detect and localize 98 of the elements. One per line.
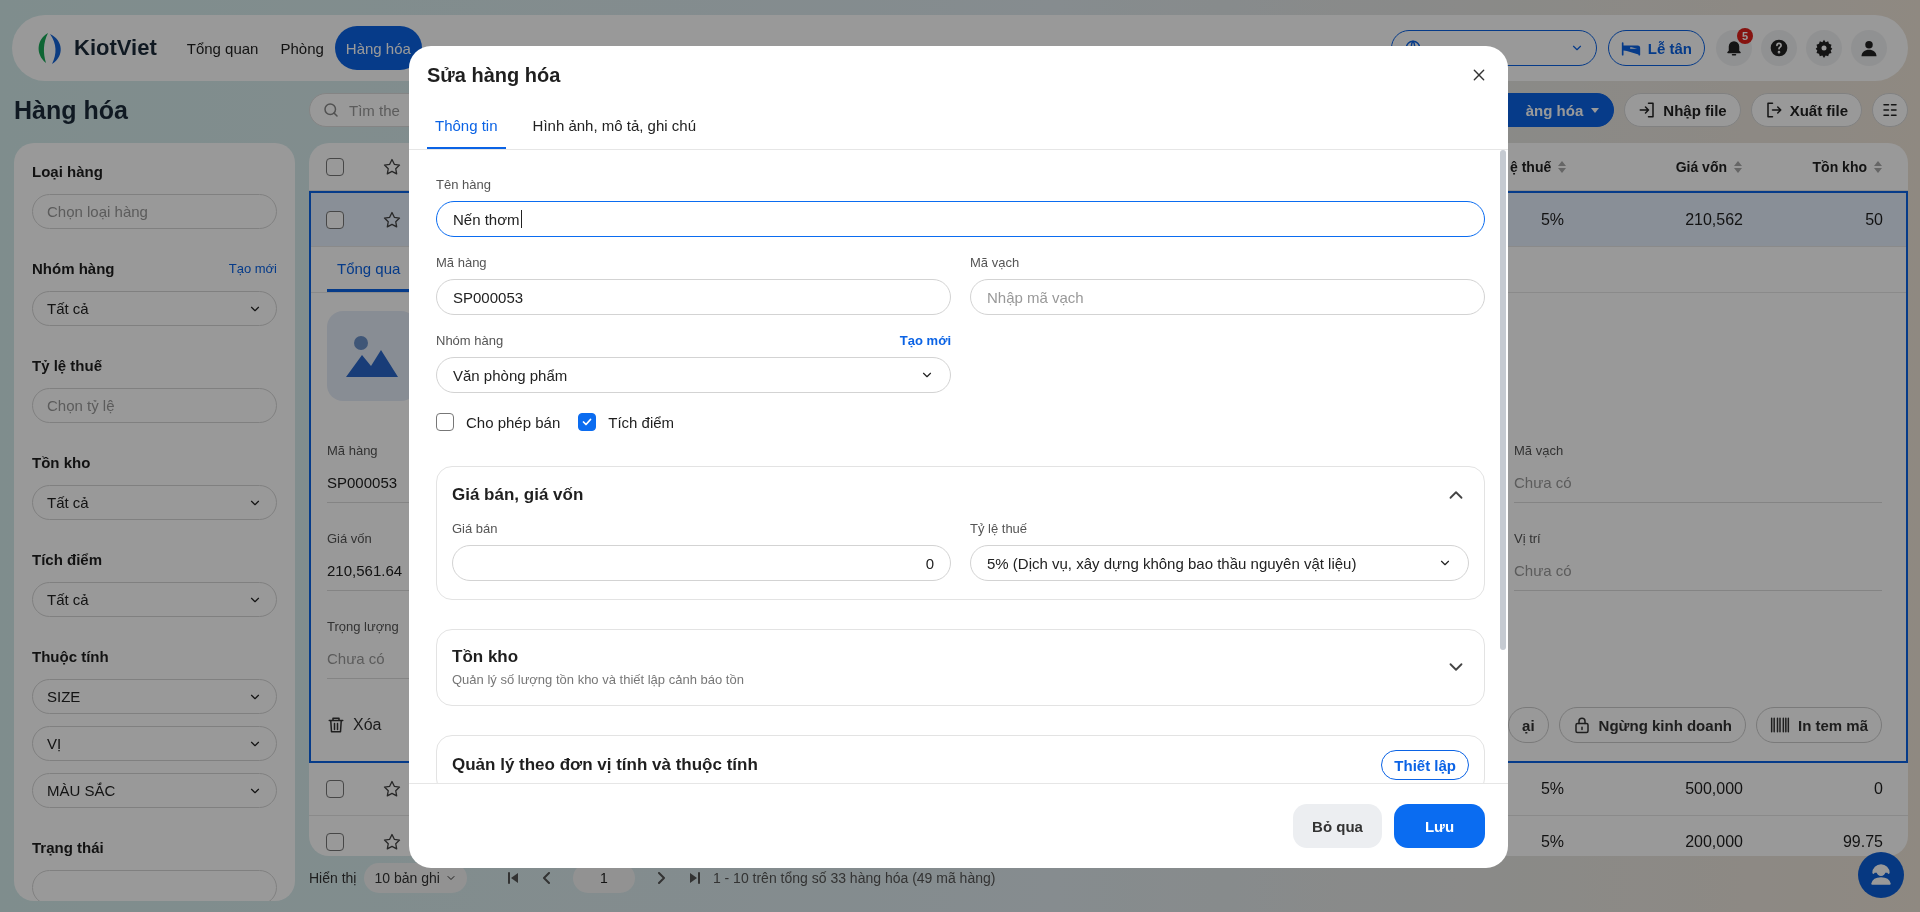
column-header[interactable]: ệ thuế bbox=[1505, 158, 1600, 175]
filter-label: Nhóm hàng bbox=[32, 259, 115, 277]
filter-label: Trạng thái bbox=[32, 838, 104, 856]
last-page-button[interactable] bbox=[688, 872, 701, 885]
first-page-icon bbox=[506, 872, 519, 885]
table-cell-text: 5% bbox=[1539, 210, 1566, 229]
section-title: Giá bán, giá vốn bbox=[452, 484, 584, 506]
filter-label: Tỷ lệ thuế bbox=[32, 356, 102, 374]
delete-button[interactable]: Xóa bbox=[327, 715, 382, 735]
dialog-tab[interactable]: Thông tin bbox=[427, 104, 506, 149]
field-label: Mã vạch bbox=[1514, 442, 1565, 460]
checkbox[interactable] bbox=[578, 413, 597, 431]
column-header[interactable]: Giá vốn bbox=[1600, 158, 1743, 175]
help-button[interactable] bbox=[1761, 30, 1797, 66]
filter-label: Tồn kho bbox=[32, 453, 91, 471]
close-icon bbox=[1472, 68, 1486, 82]
settings-icon bbox=[1814, 38, 1834, 58]
table-cell-text: 200,000 bbox=[1684, 833, 1743, 851]
filter-label: Thuộc tính bbox=[32, 647, 109, 665]
notification-badge: 5 bbox=[1737, 28, 1753, 44]
create-new-link[interactable]: Tạo mới bbox=[228, 260, 277, 276]
checkbox[interactable] bbox=[326, 780, 344, 798]
column-header[interactable]: Tồn kho bbox=[1743, 158, 1883, 175]
field-label: Nhóm hàng bbox=[436, 333, 504, 349]
section-card[interactable]: Giá bán, giá vốn Giá bán 0 Tỷ lệ thuế 5% (Dịch vụ, xây dựng không bao thầu nguyên vật liệu) bbox=[436, 466, 1485, 600]
support-chat-button[interactable] bbox=[1858, 852, 1904, 898]
export-icon bbox=[1764, 101, 1783, 119]
scrollbar[interactable] bbox=[1500, 150, 1506, 650]
barcode-icon bbox=[1769, 716, 1790, 734]
account-button[interactable] bbox=[1851, 30, 1887, 66]
cancel-button[interactable]: Bỏ qua bbox=[1293, 804, 1382, 848]
table-cell-text: 50 bbox=[1864, 210, 1883, 229]
pagination-summary: 1 - 10 trên tổng số 33 hàng hóa (49 mã hàng) bbox=[712, 870, 996, 887]
caret-down-icon bbox=[1590, 105, 1601, 115]
bell-icon bbox=[1725, 39, 1743, 57]
filter-label: Loại hàng bbox=[32, 162, 103, 180]
value-field: Chưa có bbox=[1514, 472, 1882, 503]
lock-icon bbox=[1572, 715, 1591, 735]
save-button[interactable]: Lưu bbox=[1394, 804, 1485, 848]
settings-button[interactable] bbox=[1806, 30, 1842, 66]
help-icon bbox=[1769, 38, 1789, 58]
field-label: Vị trí bbox=[1514, 530, 1542, 548]
checkbox[interactable] bbox=[436, 413, 454, 431]
nav-tab[interactable]: Hàng hóa bbox=[334, 26, 422, 70]
field-label: Trọng lượng bbox=[327, 618, 400, 636]
filter-label: Tích điểm bbox=[32, 550, 102, 568]
close-button[interactable] bbox=[1472, 68, 1486, 82]
star-icon bbox=[382, 156, 402, 177]
section-card[interactable]: Tồn kho Quản lý số lượng tồn kho và thiết lập cảnh báo tồn bbox=[436, 629, 1485, 706]
page-title: Hàng hóa bbox=[14, 95, 129, 125]
export-file-button[interactable]: Xuất file bbox=[1750, 93, 1862, 127]
page-size-dropdown[interactable]: 10 bản ghi bbox=[364, 863, 467, 894]
checkbox[interactable] bbox=[326, 157, 344, 176]
field-label: Tỷ lệ thuế bbox=[970, 521, 1028, 537]
field-label: Mã vạch bbox=[970, 255, 1020, 271]
table-cell-text: 5% bbox=[1539, 780, 1566, 798]
dialog-tab[interactable]: Hình ảnh, mô tả, ghi chú bbox=[524, 104, 704, 149]
previous-page-button[interactable] bbox=[540, 872, 553, 885]
headset-icon bbox=[1868, 862, 1894, 888]
first-page-button[interactable] bbox=[506, 872, 519, 885]
table-cell-text: 210,562 bbox=[1684, 210, 1743, 229]
image-icon bbox=[346, 335, 398, 377]
page-size-label: Hiển thị bbox=[309, 870, 357, 887]
table-cell-text: 0 bbox=[1873, 780, 1883, 798]
table-cell-text: 5% bbox=[1539, 833, 1566, 851]
table-cell-text: 500,000 bbox=[1684, 780, 1743, 798]
nav-tab[interactable]: Tổng quan bbox=[175, 26, 270, 70]
field-label: Giá bán bbox=[452, 521, 498, 537]
dialog-title: Sửa hàng hóa bbox=[427, 63, 561, 87]
search-icon bbox=[322, 101, 340, 119]
import-icon bbox=[1638, 101, 1657, 119]
table-cell-text: 99.75 bbox=[1841, 833, 1883, 851]
section-title: Quản lý theo đơn vị tính và thuộc tính bbox=[452, 754, 758, 776]
field-label: Mã hàng bbox=[327, 442, 379, 460]
checkbox[interactable] bbox=[326, 210, 344, 229]
checkmark-icon bbox=[581, 416, 594, 428]
create-new-link[interactable]: Tạo mới bbox=[899, 333, 951, 349]
field-label: Mã hàng bbox=[436, 255, 487, 271]
list-settings-icon bbox=[1881, 101, 1899, 119]
import-file-button[interactable]: Nhập file bbox=[1624, 93, 1741, 127]
checkbox[interactable] bbox=[326, 833, 344, 851]
notifications-button[interactable]: 5 bbox=[1716, 30, 1752, 66]
value-field: Chưa có bbox=[1514, 560, 1882, 591]
previous-page-icon bbox=[540, 872, 553, 885]
bed-icon bbox=[1620, 39, 1641, 57]
nav-tab[interactable]: Phòng bbox=[269, 26, 335, 70]
text-cursor bbox=[520, 210, 522, 228]
user-icon bbox=[1859, 38, 1879, 58]
column-settings-button[interactable] bbox=[1872, 93, 1908, 127]
brand-name: KiotViet bbox=[74, 35, 157, 61]
trash-icon bbox=[327, 715, 345, 735]
field-label: Giá vốn bbox=[327, 530, 373, 548]
field-label: Tên hàng bbox=[436, 177, 491, 193]
last-page-icon bbox=[688, 872, 701, 885]
section-title: Tồn kho bbox=[452, 646, 520, 668]
checkbox-label: Tích điểm bbox=[608, 413, 675, 431]
checkbox-label: Cho phép bán bbox=[466, 413, 561, 431]
section-subtitle: Quản lý số lượng tồn kho và thiết lập cảnh báo tồn bbox=[452, 672, 744, 687]
